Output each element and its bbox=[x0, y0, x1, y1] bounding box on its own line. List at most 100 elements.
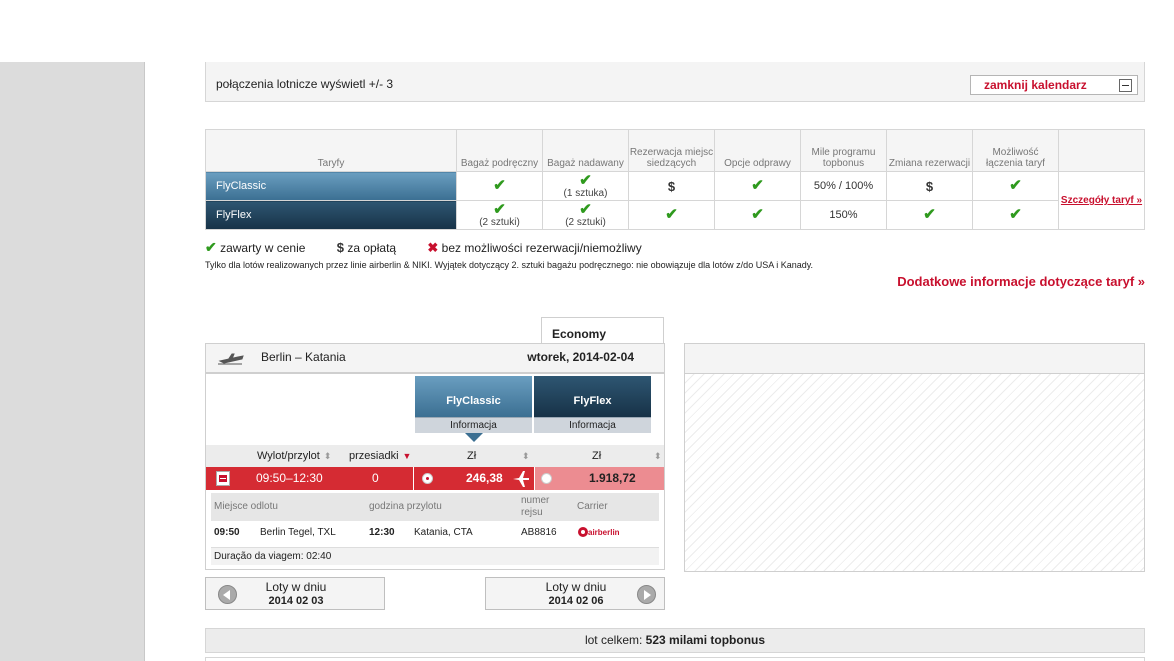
total-miles-bar: lot celkem: 523 milami topbonus bbox=[205, 628, 1145, 653]
sort-stops-label: przesiadki bbox=[349, 450, 399, 462]
sort-arrows-icon[interactable]: ⬍ bbox=[650, 445, 662, 467]
cell: ✔ (1 sztuka) bbox=[542, 171, 629, 201]
check-icon: ✔ bbox=[493, 200, 506, 218]
next-day-label: Loty w dniu 2014 02 06 bbox=[526, 581, 626, 608]
hand-bag-count: (2 sztuki) bbox=[479, 216, 520, 228]
route-bar: Berlin – Katania wtorek, 2014-02-04 bbox=[205, 343, 665, 373]
prev-label-text: Loty w dniu bbox=[265, 580, 327, 594]
fare-info-button[interactable]: Informacja bbox=[534, 417, 651, 433]
radio-flyflex[interactable] bbox=[541, 473, 552, 484]
radio-flyclassic[interactable] bbox=[422, 473, 433, 484]
fare-details-link[interactable]: Szczegóły taryf » bbox=[1061, 195, 1142, 206]
return-flight-panel bbox=[684, 343, 1145, 572]
fare-note: Tylko dla lotów realizowanych przez lini… bbox=[205, 260, 814, 270]
legend-paid: za opłatą bbox=[347, 241, 397, 255]
collapse-button[interactable] bbox=[216, 471, 230, 486]
check-icon: ✔ bbox=[665, 206, 678, 223]
check-icon: ✔ bbox=[923, 206, 936, 223]
dollar-icon: $ bbox=[336, 240, 345, 255]
col-flight-number: numer rejsu bbox=[521, 495, 550, 518]
fare-name-flyclassic: FlyClassic bbox=[205, 171, 457, 201]
carrier-name: airberlin bbox=[588, 528, 620, 537]
sort-time-label: Wylot/przylot bbox=[257, 450, 320, 462]
price-flyflex: 1.918,72 bbox=[589, 471, 636, 485]
close-calendar-button[interactable]: zamknij kalendarz bbox=[970, 75, 1138, 95]
flight-results: FlyClassic Informacja FlyFlex Informacja… bbox=[205, 373, 665, 570]
tab-economy[interactable]: Economy bbox=[541, 317, 664, 344]
flight-segment-row: 09:50 Berlin Tegel, TXL 12:30 Katania, C… bbox=[211, 521, 659, 546]
next-date: 2014 02 06 bbox=[548, 595, 604, 607]
header-fares: Taryfy bbox=[205, 129, 457, 172]
total-prefix: lot celkem: bbox=[584, 633, 643, 647]
fare-row-flyclassic: FlyClassic ✔ ✔ (1 sztuka) $ ✔ 50% / 100% … bbox=[205, 171, 1145, 230]
return-flight-header bbox=[685, 344, 1144, 374]
arr-airport: Katania, CTA bbox=[414, 527, 473, 538]
check-icon: ✔ bbox=[751, 177, 764, 194]
left-sidebar bbox=[0, 62, 145, 661]
price-cell-flyclassic[interactable]: 246,38 bbox=[413, 467, 534, 490]
fare-column-flyclassic[interactable]: FlyClassic Informacja bbox=[415, 376, 532, 433]
price-cell-flyflex[interactable]: 1.918,72 bbox=[534, 467, 664, 490]
cell: $ bbox=[886, 171, 973, 201]
fare-info-button[interactable]: Informacja bbox=[415, 417, 532, 433]
sort-price-flex[interactable]: Zł bbox=[592, 445, 601, 467]
calendar-bar: połączenia lotnicze wyświetl +/- 3 zamkn… bbox=[205, 62, 1145, 102]
cell: ✔ bbox=[714, 200, 801, 230]
previous-day-label: Loty w dniu 2014 02 03 bbox=[246, 581, 346, 608]
flight-time: 09:50–12:30 bbox=[256, 471, 323, 485]
trip-duration: Duração da viagem: 02:40 bbox=[211, 547, 659, 565]
sort-arrows-icon[interactable]: ⬍ bbox=[518, 445, 530, 467]
price-flyclassic: 246,38 bbox=[466, 471, 503, 485]
arr-time: 12:30 bbox=[369, 527, 395, 538]
checked-bag-count: (1 sztuka) bbox=[563, 187, 608, 199]
dep-airport: Berlin Tegel, TXL bbox=[260, 527, 336, 538]
fare-name-flyflex: FlyFlex bbox=[205, 200, 457, 230]
check-icon: ✔ bbox=[1009, 177, 1022, 194]
prev-date: 2014 02 03 bbox=[268, 595, 324, 607]
fare-row-flyflex: FlyFlex ✔ (2 sztuki) ✔ (2 sztuki) ✔ ✔ 150%… bbox=[205, 200, 1145, 230]
more-fare-info-link[interactable]: Dodatkowe informacje dotyczące taryf » bbox=[897, 274, 1145, 289]
previous-day-button[interactable]: Loty w dniu 2014 02 03 bbox=[205, 577, 385, 610]
fare-legend: ✔ zawarty w cenie $ za opłatą ✖ bez możl… bbox=[205, 239, 670, 256]
cell: ✔ bbox=[628, 200, 715, 230]
col-arrival-time: godzina przylotu bbox=[369, 501, 442, 512]
selected-fare-pointer bbox=[465, 433, 483, 442]
check-icon: ✔ bbox=[751, 206, 764, 223]
check-icon: ✔ bbox=[579, 200, 592, 218]
check-icon: ✔ bbox=[493, 177, 506, 194]
sort-down-icon: ▼ bbox=[402, 451, 412, 461]
fare-column-flyflex[interactable]: FlyFlex Informacja bbox=[534, 376, 651, 433]
sort-price-label: Zł bbox=[467, 450, 477, 462]
flight-stops: 0 bbox=[372, 471, 379, 485]
header-seat-reservation: Rezerwacja miejsc siedzących bbox=[628, 129, 715, 172]
miles-cell: 150% bbox=[800, 200, 887, 230]
sort-price-classic[interactable]: Zł bbox=[467, 445, 476, 467]
sort-bar: Wylot/przylot ⬍ przesiadki ▼ Zł ⬍ Zł ⬍ bbox=[206, 445, 664, 467]
fare-column-name: FlyClassic bbox=[415, 376, 532, 417]
calendar-range-text: połączenia lotnicze wyświetl +/- 3 bbox=[216, 77, 394, 91]
close-calendar-label: zamknij kalendarz bbox=[984, 78, 1087, 92]
sort-price-label: Zł bbox=[592, 450, 602, 462]
col-carrier: Carrier bbox=[577, 501, 608, 512]
cell: ✔ bbox=[886, 200, 973, 230]
checked-bag-count: (2 sztuki) bbox=[565, 216, 606, 228]
header-booking-change: Zmiana rezerwacji bbox=[886, 129, 973, 172]
sort-stops[interactable]: przesiadki ▼ bbox=[349, 445, 411, 467]
sort-arrows-icon: ⬍ bbox=[323, 451, 332, 461]
cell: ✔ (2 sztuki) bbox=[456, 200, 543, 230]
legend-included: zawarty w cenie bbox=[220, 241, 306, 255]
cell: ✔ bbox=[714, 171, 801, 201]
bottom-section-edge bbox=[205, 657, 1145, 661]
sort-time[interactable]: Wylot/przylot ⬍ bbox=[257, 445, 331, 467]
check-icon: ✔ bbox=[579, 171, 592, 189]
header-hand-baggage: Bagaż podręczny bbox=[456, 129, 543, 172]
header-empty bbox=[1058, 129, 1145, 172]
flight-row[interactable]: 09:50–12:30 0 246,38 1.918,72 bbox=[206, 467, 664, 490]
airberlin-logo: airberlin bbox=[577, 524, 627, 542]
next-day-button[interactable]: Loty w dniu 2014 02 06 bbox=[485, 577, 665, 610]
cell: ✔ bbox=[972, 200, 1059, 230]
header-topbonus-miles: Mile programu topbonus bbox=[800, 129, 887, 172]
flight-row-info[interactable]: 09:50–12:30 0 bbox=[206, 467, 413, 490]
details-cell: Szczegóły taryf » bbox=[1058, 171, 1145, 230]
header-checkin-options: Opcje odprawy bbox=[714, 129, 801, 172]
